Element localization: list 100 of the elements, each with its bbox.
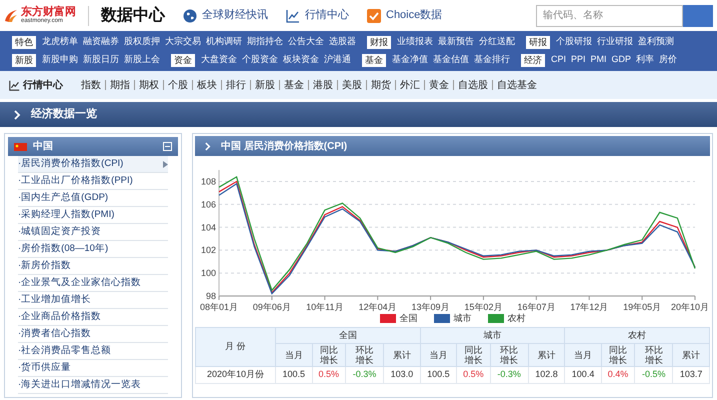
nav-category: 新股 bbox=[12, 54, 36, 66]
table-header-cell: 累计 bbox=[672, 344, 710, 366]
chart-icon bbox=[9, 80, 20, 90]
table-header-cell: 全国 bbox=[276, 328, 420, 344]
table-header-cell: 当月 bbox=[420, 344, 457, 366]
nav-link[interactable]: 期指持仓 bbox=[247, 35, 283, 49]
header-link[interactable]: 行情中心 bbox=[286, 7, 349, 24]
nav-link[interactable]: 融资融券 bbox=[83, 35, 119, 49]
sub-nav-link[interactable]: 新股 bbox=[254, 78, 276, 92]
nav-link[interactable]: 沪港通 bbox=[324, 53, 351, 67]
nav-link[interactable]: 机构调研 bbox=[206, 35, 242, 49]
sub-nav-link[interactable]: 排行 bbox=[225, 78, 247, 92]
sidebar-item[interactable]: ·居民消费价格指数(CPI) bbox=[18, 156, 168, 173]
x-tick-label: 09年06月 bbox=[252, 302, 291, 312]
sidebar-item-label: ·居民消费价格指数(CPI) bbox=[18, 156, 124, 171]
header-link[interactable]: Choice数据 bbox=[367, 7, 442, 24]
nav-link[interactable]: 板块资金 bbox=[283, 53, 319, 67]
nav-link[interactable]: CPI bbox=[551, 53, 566, 67]
sub-nav-link[interactable]: 期权 bbox=[138, 78, 160, 92]
nav-link[interactable]: 个股资金 bbox=[242, 53, 278, 67]
x-tick-label: 08年01月 bbox=[200, 302, 238, 312]
y-tick-label: 104 bbox=[200, 222, 216, 232]
nav-link[interactable]: 大宗交易 bbox=[165, 35, 201, 49]
panel-title: 中国 居民消费价格指数(CPI) bbox=[221, 140, 348, 154]
nav-link[interactable]: 新股日历 bbox=[83, 53, 119, 67]
sidebar-item-label: ·企业景气及企业家信心指数 bbox=[18, 276, 142, 290]
nav-link[interactable]: GDP bbox=[612, 53, 632, 67]
nav-link[interactable]: 利率 bbox=[636, 53, 654, 67]
y-tick-label: 106 bbox=[200, 199, 216, 210]
sub-nav-link[interactable]: 外汇 bbox=[399, 78, 421, 92]
sub-nav-link[interactable]: 基金 bbox=[283, 78, 305, 92]
legend-label: 农村 bbox=[508, 314, 526, 323]
nav-link[interactable]: 基金净值 bbox=[392, 53, 428, 67]
nav-link[interactable]: 业绩报表 bbox=[397, 35, 433, 49]
sidebar-item-label: ·企业商品价格指数 bbox=[18, 310, 102, 324]
sub-nav-link[interactable]: 板块 bbox=[196, 78, 218, 92]
sidebar-item[interactable]: ·企业商品价格指数 bbox=[18, 309, 168, 326]
table-cell: 2020年10月份 bbox=[196, 366, 276, 384]
nav-link[interactable]: 股权质押 bbox=[124, 35, 160, 49]
search-field[interactable]: 输代码、名称 bbox=[536, 4, 683, 26]
sidebar-item[interactable]: ·新房价指数 bbox=[18, 258, 168, 275]
sub-nav-link[interactable]: 期指 bbox=[109, 78, 131, 92]
nav-link[interactable]: 房价 bbox=[659, 53, 678, 67]
sub-nav-link[interactable]: 港股 bbox=[312, 78, 334, 92]
nav-link[interactable]: 新股上会 bbox=[124, 53, 160, 67]
search-button[interactable] bbox=[683, 4, 713, 26]
nav-link[interactable]: 基金排行 bbox=[474, 53, 510, 67]
sidebar-item[interactable]: ·工业品出厂价格指数(PPI) bbox=[18, 173, 168, 190]
table-cell: 103.7 bbox=[672, 366, 710, 384]
nav-link[interactable]: 选股器 bbox=[329, 35, 356, 49]
nav-category: 财报 bbox=[367, 36, 391, 48]
table-header-cell: 当月 bbox=[564, 344, 602, 366]
sub-nav-link[interactable]: 自选股 bbox=[457, 78, 489, 92]
sidebar-item[interactable]: ·海关进出口增减情况一览表 bbox=[18, 377, 168, 394]
nav-category: 经济 bbox=[521, 54, 545, 66]
sidebar-item[interactable]: ·企业景气及企业家信心指数 bbox=[18, 275, 168, 292]
nav-link[interactable]: 基金估值 bbox=[433, 53, 469, 67]
sub-nav-link[interactable]: 个股 bbox=[167, 78, 189, 92]
sidebar-item[interactable]: ·国内生产总值(GDP) bbox=[18, 190, 168, 207]
x-tick-label: 17年12月 bbox=[570, 302, 608, 312]
nav-link[interactable]: 个股研报 bbox=[556, 35, 592, 49]
sidebar-item[interactable]: ·社会消费品零售总额 bbox=[18, 343, 168, 360]
sidebar-item[interactable]: ·采购经理人指数(PMI) bbox=[18, 207, 168, 224]
nav-link[interactable]: 龙虎榜单 bbox=[42, 35, 78, 49]
header-link[interactable]: 全球财经快讯 bbox=[183, 7, 268, 24]
table-header-cell: 同比增长 bbox=[601, 344, 635, 366]
nav-link[interactable]: 大盘资金 bbox=[201, 53, 237, 67]
sub-nav-link[interactable]: 美股 bbox=[341, 78, 363, 92]
sidebar-item-label: ·消费者信心指数 bbox=[18, 326, 92, 341]
sidebar-item[interactable]: ·货币供应量 bbox=[18, 360, 168, 377]
chevron-right-icon bbox=[205, 142, 211, 150]
sub-nav-link[interactable]: 指数 bbox=[80, 78, 102, 92]
table-header-cell: 同比增长 bbox=[312, 344, 346, 366]
sidebar-item-label: ·工业增加值增长 bbox=[18, 292, 92, 307]
nav-link[interactable]: 行业研报 bbox=[597, 35, 633, 49]
sub-nav-link[interactable]: 自选基金 bbox=[496, 78, 538, 92]
x-tick-label: 20年10月 bbox=[670, 302, 710, 312]
sub-nav-link[interactable]: 黄金 bbox=[428, 78, 450, 92]
nav-link[interactable]: PPI bbox=[571, 53, 586, 67]
chevron-right-icon bbox=[14, 110, 21, 120]
sidebar-item[interactable]: ·城镇固定资产投资 bbox=[18, 224, 168, 241]
table-cell: -0.3% bbox=[490, 366, 528, 384]
nav-link[interactable]: 最新预告 bbox=[438, 35, 474, 49]
collapse-icon[interactable] bbox=[163, 142, 172, 151]
nav-category: 基金 bbox=[362, 54, 386, 66]
nav-link[interactable]: 分红送配 bbox=[479, 35, 515, 49]
checkbox-icon bbox=[367, 8, 381, 22]
sidebar-item[interactable]: ·工业增加值增长 bbox=[18, 292, 168, 309]
table-header-cell: 当月 bbox=[276, 344, 312, 366]
table-header-cell: 城市 bbox=[420, 328, 565, 344]
sidebar-item[interactable]: ·消费者信心指数 bbox=[18, 326, 168, 343]
nav-link[interactable]: PMI bbox=[590, 53, 607, 67]
sub-nav-link[interactable]: 期货 bbox=[370, 78, 392, 92]
globe-icon bbox=[183, 8, 197, 22]
nav-link[interactable]: 公告大全 bbox=[288, 35, 324, 49]
nav-link[interactable]: 盈利预测 bbox=[638, 35, 674, 49]
sidebar-title: 中国 bbox=[33, 140, 53, 154]
nav-link[interactable]: 新股申购 bbox=[42, 53, 78, 67]
legend-label: 城市 bbox=[454, 314, 472, 323]
sidebar-item[interactable]: ·房价指数(08—10年) bbox=[18, 241, 168, 258]
